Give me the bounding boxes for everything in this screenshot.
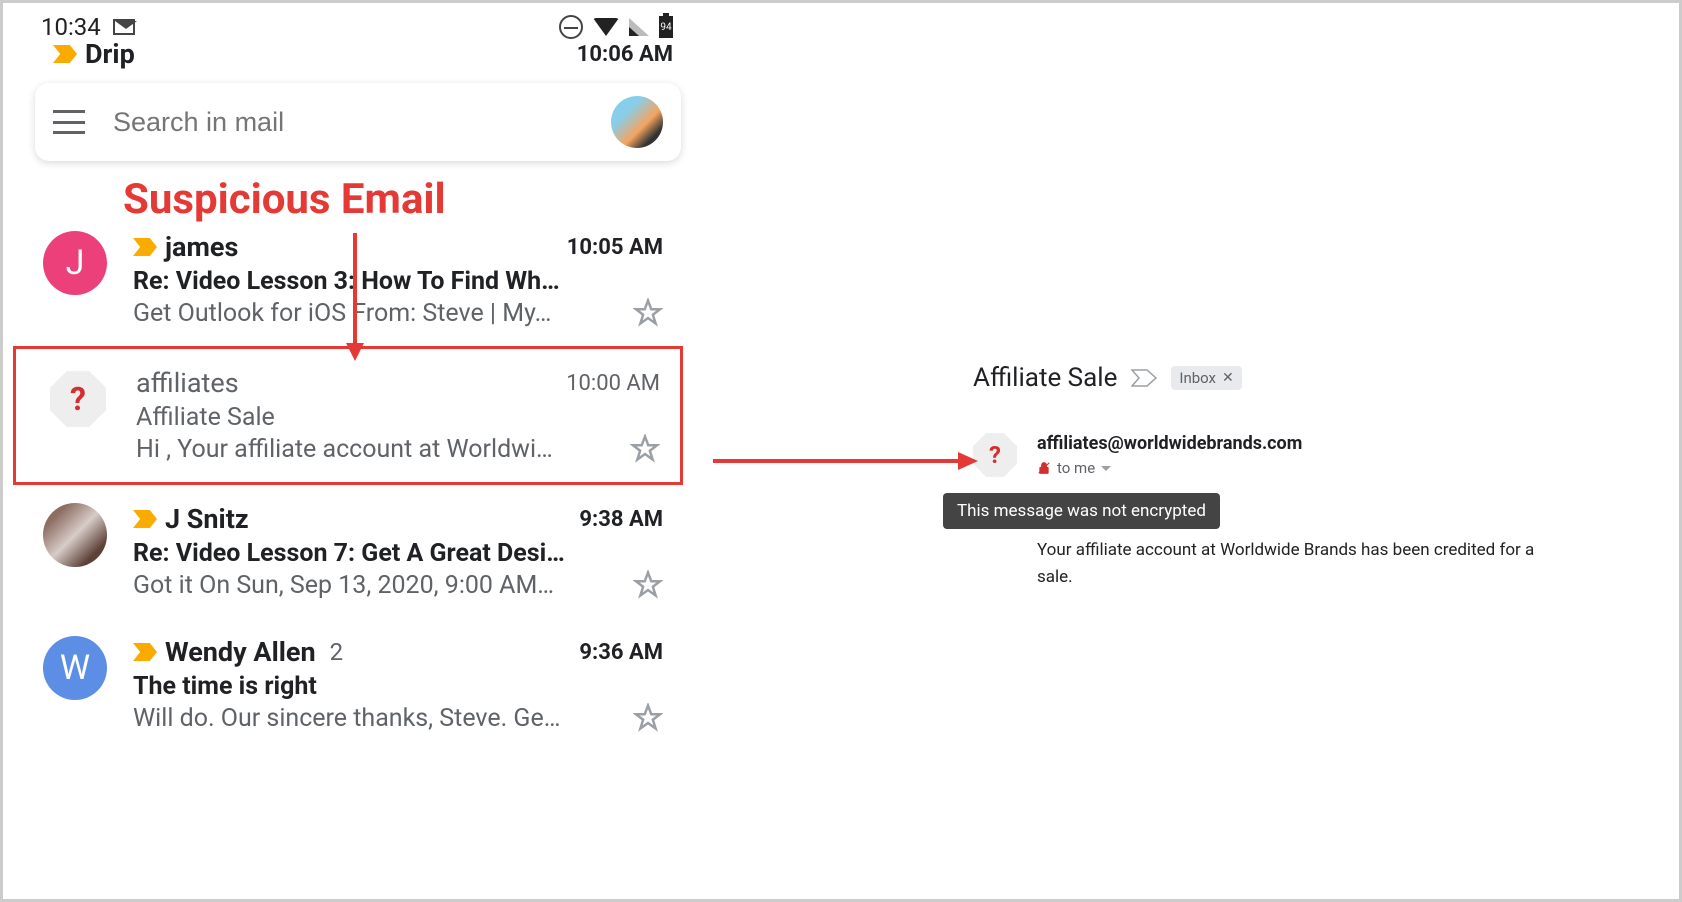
avatar-container: ?	[46, 367, 110, 431]
email-snippet: Will do. Our sincere thanks, Steve. Ge…	[133, 704, 623, 733]
annotation-suspicious-label: Suspicious Email	[123, 175, 446, 224]
important-marker-icon[interactable]	[133, 238, 157, 256]
encryption-tooltip: This message was not encrypted	[943, 493, 1220, 529]
email-subject: Re: Video Lesson 3: How To Find Wh…	[133, 267, 663, 296]
email-time: 10:05 AM	[567, 235, 663, 260]
chevron-down-icon[interactable]	[1101, 466, 1111, 471]
sender-name: james	[165, 231, 238, 263]
email-subject: Re: Video Lesson 7: Get A Great Desi…	[133, 539, 663, 568]
remove-label-icon[interactable]: ✕	[1222, 370, 1234, 386]
email-item-jsnitz[interactable]: J Snitz 9:38 AM Re: Video Lesson 7: Get …	[3, 485, 693, 618]
detail-sender-email: affiliates@worldwidebrands.com	[1037, 433, 1619, 454]
suspicious-question-icon: ?	[50, 371, 106, 427]
annotation-arrow-right	[713, 443, 983, 483]
important-marker-icon[interactable]	[133, 643, 157, 661]
email-snippet: Hi , Your affiliate account at Worldwi…	[136, 435, 620, 464]
battery-icon: 94	[659, 16, 673, 38]
star-icon[interactable]	[633, 570, 663, 600]
partial-email-row[interactable]: Drip 10:06 AM	[53, 38, 673, 70]
avatar-w: W	[43, 636, 107, 700]
email-subject: Affiliate Sale	[136, 403, 660, 432]
detail-subject: Affiliate Sale	[973, 363, 1117, 393]
detail-to-row[interactable]: to me	[1037, 459, 1619, 477]
email-time: 9:36 AM	[579, 640, 663, 665]
sender-name: J Snitz	[165, 503, 249, 535]
inbox-label-chip[interactable]: Inbox ✕	[1171, 366, 1241, 390]
email-snippet: Got it On Sun, Sep 13, 2020, 9:00 AM…	[133, 571, 623, 600]
star-icon[interactable]	[630, 434, 660, 464]
hamburger-menu-icon[interactable]	[53, 110, 85, 134]
detail-body: Your affiliate account at Worldwide Bran…	[1037, 537, 1557, 591]
sender-name: Wendy Allen	[165, 636, 316, 668]
star-icon[interactable]	[633, 298, 663, 328]
cell-signal-icon	[629, 18, 649, 36]
email-time: 10:00 AM	[566, 371, 660, 396]
thread-count: 2	[330, 638, 344, 666]
search-input[interactable]	[113, 107, 611, 138]
status-bar: 10:34 94	[3, 3, 693, 43]
gmail-app-icon	[113, 19, 135, 35]
profile-avatar[interactable]	[611, 96, 663, 148]
annotation-arrow-down	[343, 233, 383, 363]
no-encryption-lock-icon	[1037, 461, 1051, 475]
wifi-icon	[593, 18, 619, 36]
search-bar[interactable]	[35, 83, 681, 161]
do-not-disturb-icon	[559, 15, 583, 39]
sender-name: Drip	[85, 38, 135, 70]
avatar-j: J	[43, 231, 107, 295]
important-marker-icon	[53, 45, 77, 63]
email-subject: The time is right	[133, 672, 663, 701]
important-marker-outline-icon[interactable]	[1131, 369, 1157, 387]
status-time: 10:34	[41, 13, 101, 41]
email-time: 10:06 AM	[577, 42, 673, 67]
email-time: 9:38 AM	[579, 507, 663, 532]
email-item-wendy[interactable]: W Wendy Allen 2 9:36 AM The time is righ…	[3, 618, 693, 751]
sender-name: affiliates	[136, 367, 239, 399]
star-icon[interactable]	[633, 703, 663, 733]
to-label: to me	[1057, 459, 1095, 477]
avatar-photo	[43, 503, 107, 567]
email-item-affiliates[interactable]: ? affiliates 10:00 AM Affiliate Sale Hi …	[13, 346, 683, 485]
email-list-panel: 10:34 94 Drip 10:06 AM Suspic	[3, 3, 693, 899]
important-marker-icon[interactable]	[133, 510, 157, 528]
